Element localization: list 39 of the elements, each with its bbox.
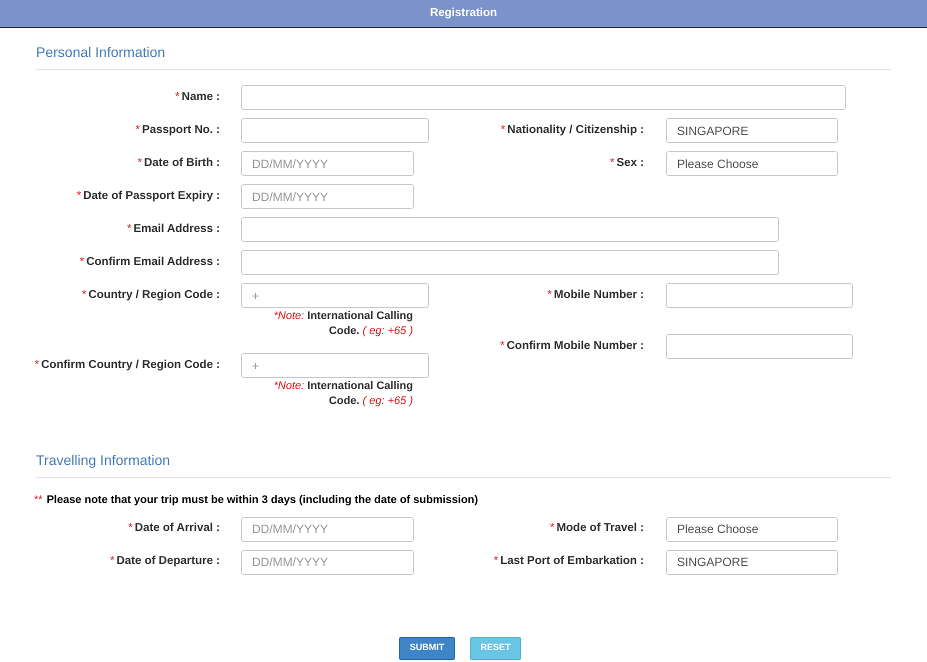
field-label: * Country / Region Code : (80, 288, 220, 303)
field-label: * Nationality / Citizenship : (500, 122, 644, 138)
calling-code-note: *Note: International Calling Code. ( eg: +65 ) (272, 309, 413, 339)
page-title: Registration (430, 6, 498, 21)
input-field[interactable] (241, 118, 429, 143)
field-label: * Confirm Email Address : (78, 254, 220, 270)
field-label: * Mobile Number : (546, 288, 644, 303)
input-field[interactable]: DD/MM/YYYY (241, 184, 414, 209)
field-label: * Last Port of Embarkation : (492, 554, 644, 570)
field-label: * Sex : (609, 156, 644, 171)
field-label: * Name : (174, 90, 220, 105)
field-label: * Confirm Country / Region Code : (34, 358, 220, 373)
calling-code-note: *Note: International Calling Code. ( eg: +65 ) (272, 379, 413, 409)
input-field[interactable] (666, 283, 853, 308)
input-field[interactable]: Please Choose (666, 151, 838, 176)
input-field[interactable]: Please Choose (666, 516, 838, 542)
field-label: * Confirm Mobile Number : (499, 338, 644, 354)
field-label: * Passport No. : (134, 122, 220, 138)
input-field[interactable] (241, 217, 779, 242)
input-field[interactable]: DD/MM/YYYY (241, 151, 414, 176)
submit-button[interactable]: SUBMIT (399, 636, 455, 660)
input-field[interactable] (241, 85, 846, 110)
trip-notice: ** Please note that your trip must be within 3 days (including the date of submission) (34, 493, 480, 508)
input-field[interactable]: + (241, 353, 429, 378)
input-field[interactable] (241, 250, 779, 275)
input-field[interactable] (666, 334, 853, 359)
section-heading: Personal Information (36, 44, 166, 61)
field-label: * Date of Birth : (136, 156, 220, 171)
input-field[interactable]: DD/MM/YYYY (241, 516, 414, 542)
field-label: * Email Address : (126, 222, 220, 237)
field-label: * Date of Arrival : (127, 521, 220, 536)
field-label: * Date of Passport Expiry : (76, 188, 220, 204)
input-field[interactable]: DD/MM/YYYY (241, 550, 414, 574)
section-heading: Travelling Information (36, 452, 172, 469)
field-label: * Mode of Travel : (548, 521, 644, 536)
field-label: * Date of Departure : (108, 554, 220, 570)
input-field[interactable]: SINGAPORE (666, 118, 838, 143)
input-field[interactable]: SINGAPORE (666, 550, 838, 574)
input-field[interactable]: + (241, 283, 429, 308)
